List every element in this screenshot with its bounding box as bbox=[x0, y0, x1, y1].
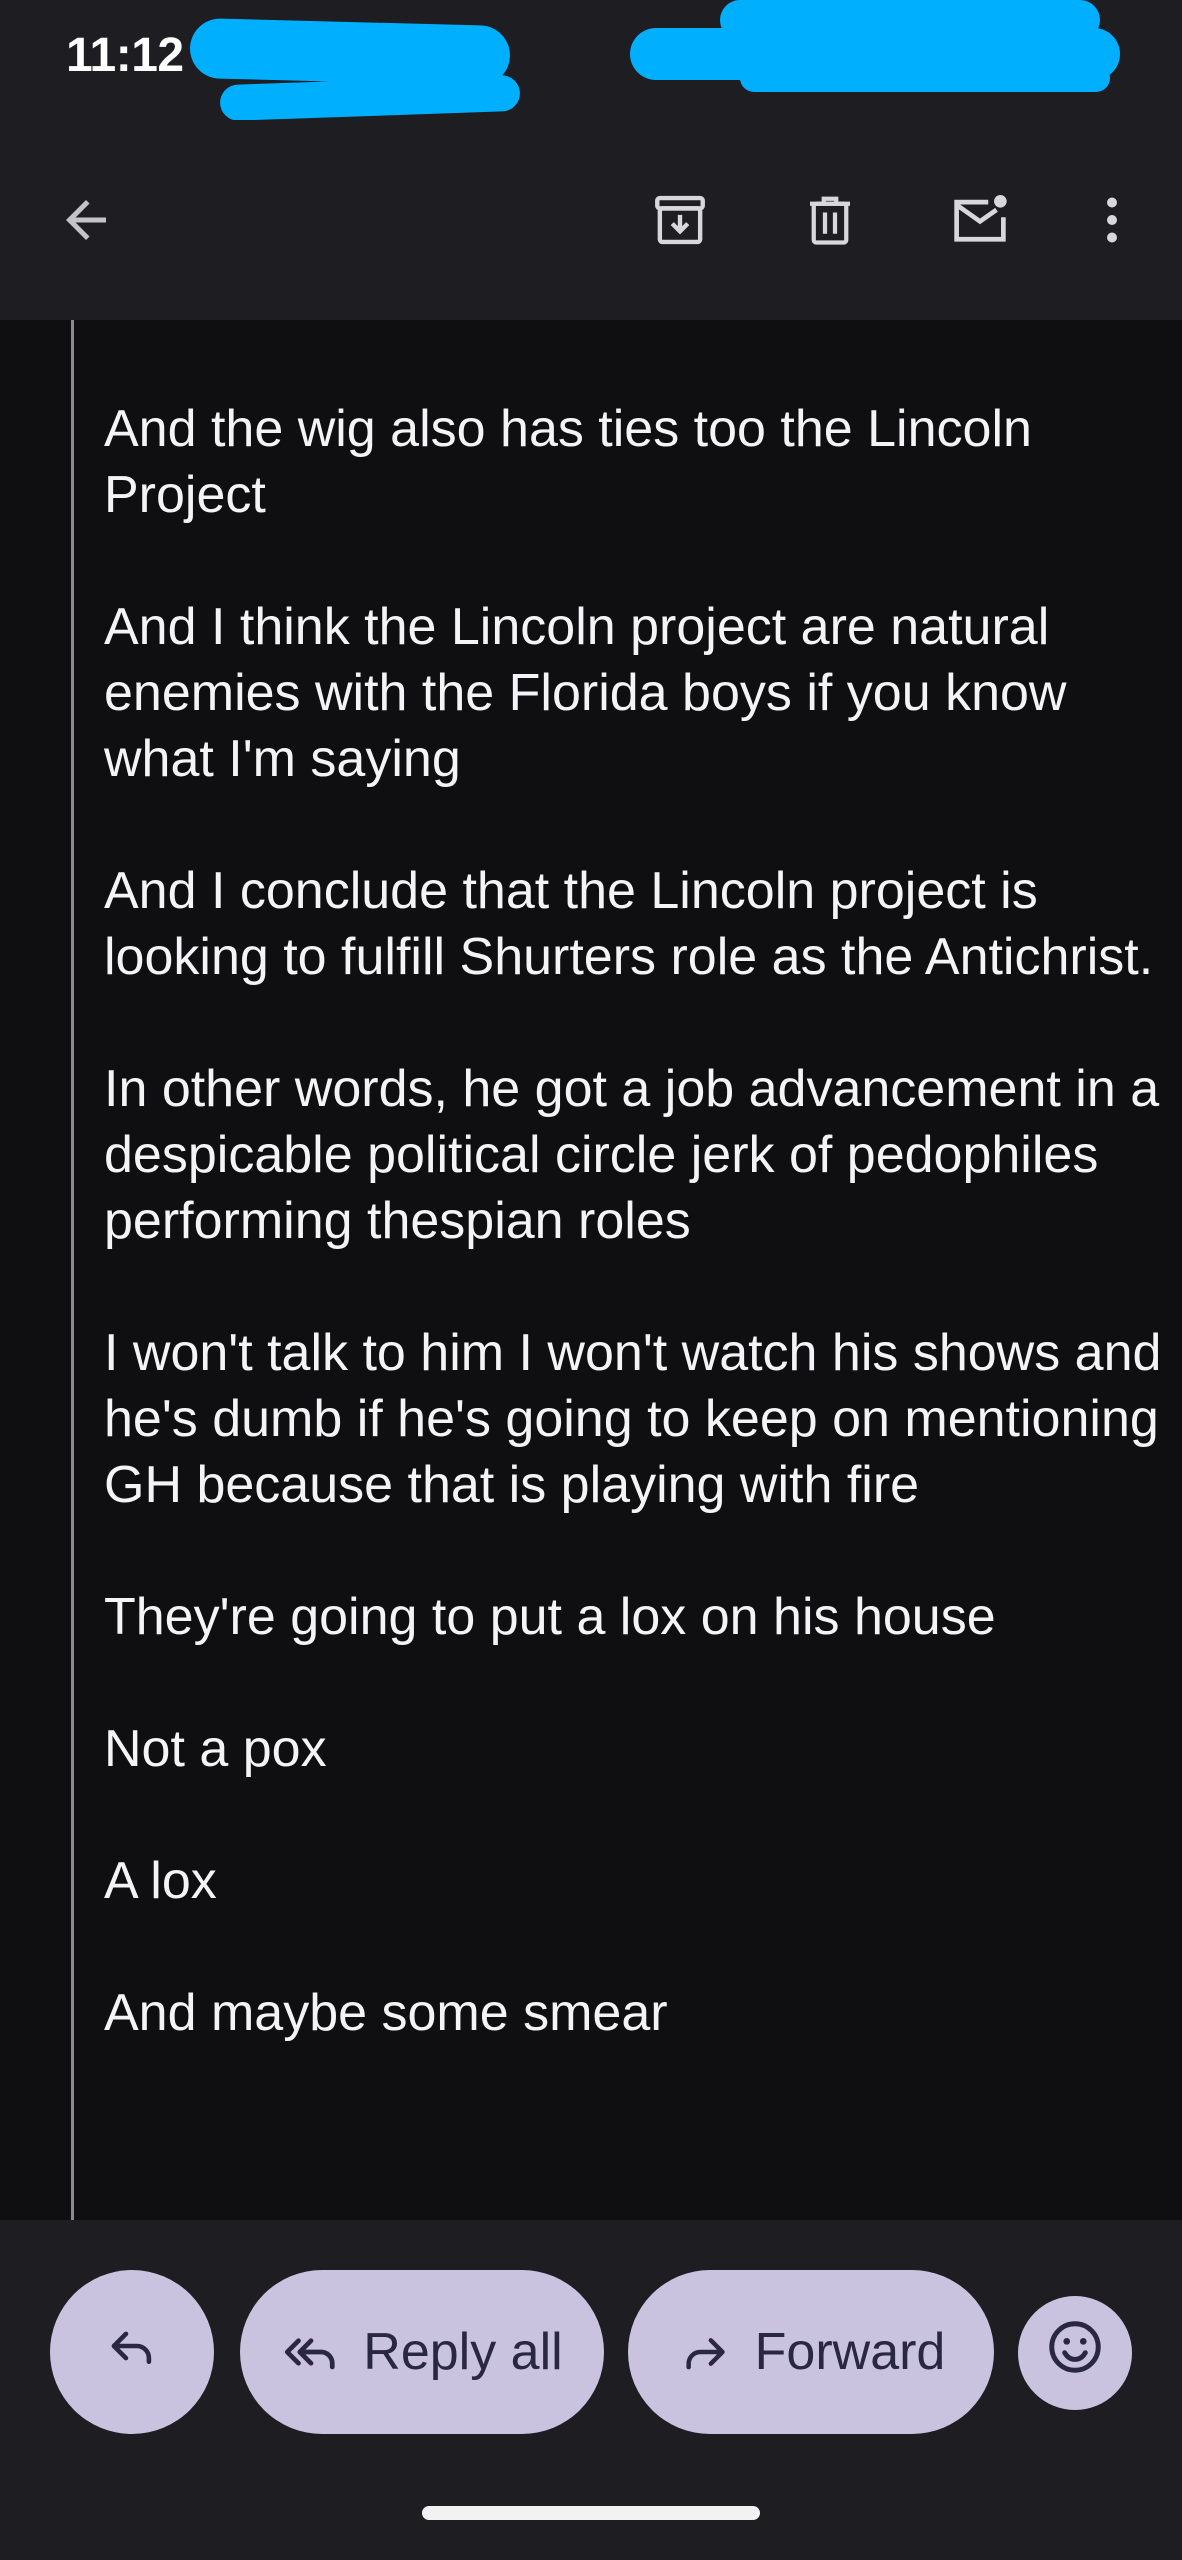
reply-all-icon bbox=[281, 2322, 341, 2382]
message-paragraph: And I think the Lincoln project are natu… bbox=[104, 598, 1067, 788]
message-paragraph: A lox bbox=[104, 1852, 217, 1910]
message-paragraph: I won't talk to him I won't watch his sh… bbox=[104, 1324, 1162, 1514]
status-bar: 11:12 bbox=[0, 0, 1182, 122]
forward-label: Forward bbox=[754, 2323, 946, 2381]
reply-all-button[interactable]: Reply all bbox=[240, 2270, 604, 2434]
smiley-icon bbox=[1044, 2316, 1106, 2391]
message-paragraph: In other words, he got a job advancement… bbox=[104, 1060, 1160, 1250]
message-paragraph: And the wig also has ties too the Lincol… bbox=[104, 400, 1032, 524]
message-paragraph: Not a pox bbox=[104, 1720, 327, 1778]
more-vert-icon[interactable] bbox=[1072, 180, 1152, 260]
home-indicator[interactable] bbox=[422, 2506, 760, 2520]
message-paragraph: They're going to put a lox on his house bbox=[104, 1588, 996, 1646]
back-arrow-icon[interactable] bbox=[46, 180, 126, 260]
reply-button[interactable] bbox=[50, 2270, 214, 2434]
message-text: And the wig also has ties too the Lincol… bbox=[104, 396, 1164, 2112]
reply-all-label: Reply all bbox=[363, 2323, 563, 2381]
emoji-reaction-button[interactable] bbox=[1018, 2296, 1132, 2410]
redaction-mark bbox=[219, 74, 521, 122]
delete-icon[interactable] bbox=[790, 180, 870, 260]
quote-bar bbox=[71, 320, 74, 2220]
message-paragraph: And I conclude that the Lincoln project … bbox=[104, 862, 1154, 986]
email-toolbar bbox=[0, 120, 1182, 320]
status-time: 11:12 bbox=[66, 29, 184, 82]
archive-icon[interactable] bbox=[640, 180, 720, 260]
message-paragraph: And maybe some smear bbox=[104, 1984, 668, 2042]
forward-button[interactable]: Forward bbox=[628, 2270, 994, 2434]
redaction-mark bbox=[740, 64, 1110, 92]
reply-icon bbox=[103, 2317, 161, 2388]
forward-icon bbox=[677, 2324, 733, 2380]
mark-unread-icon[interactable] bbox=[940, 180, 1020, 260]
message-body[interactable]: And the wig also has ties too the Lincol… bbox=[0, 320, 1182, 2220]
